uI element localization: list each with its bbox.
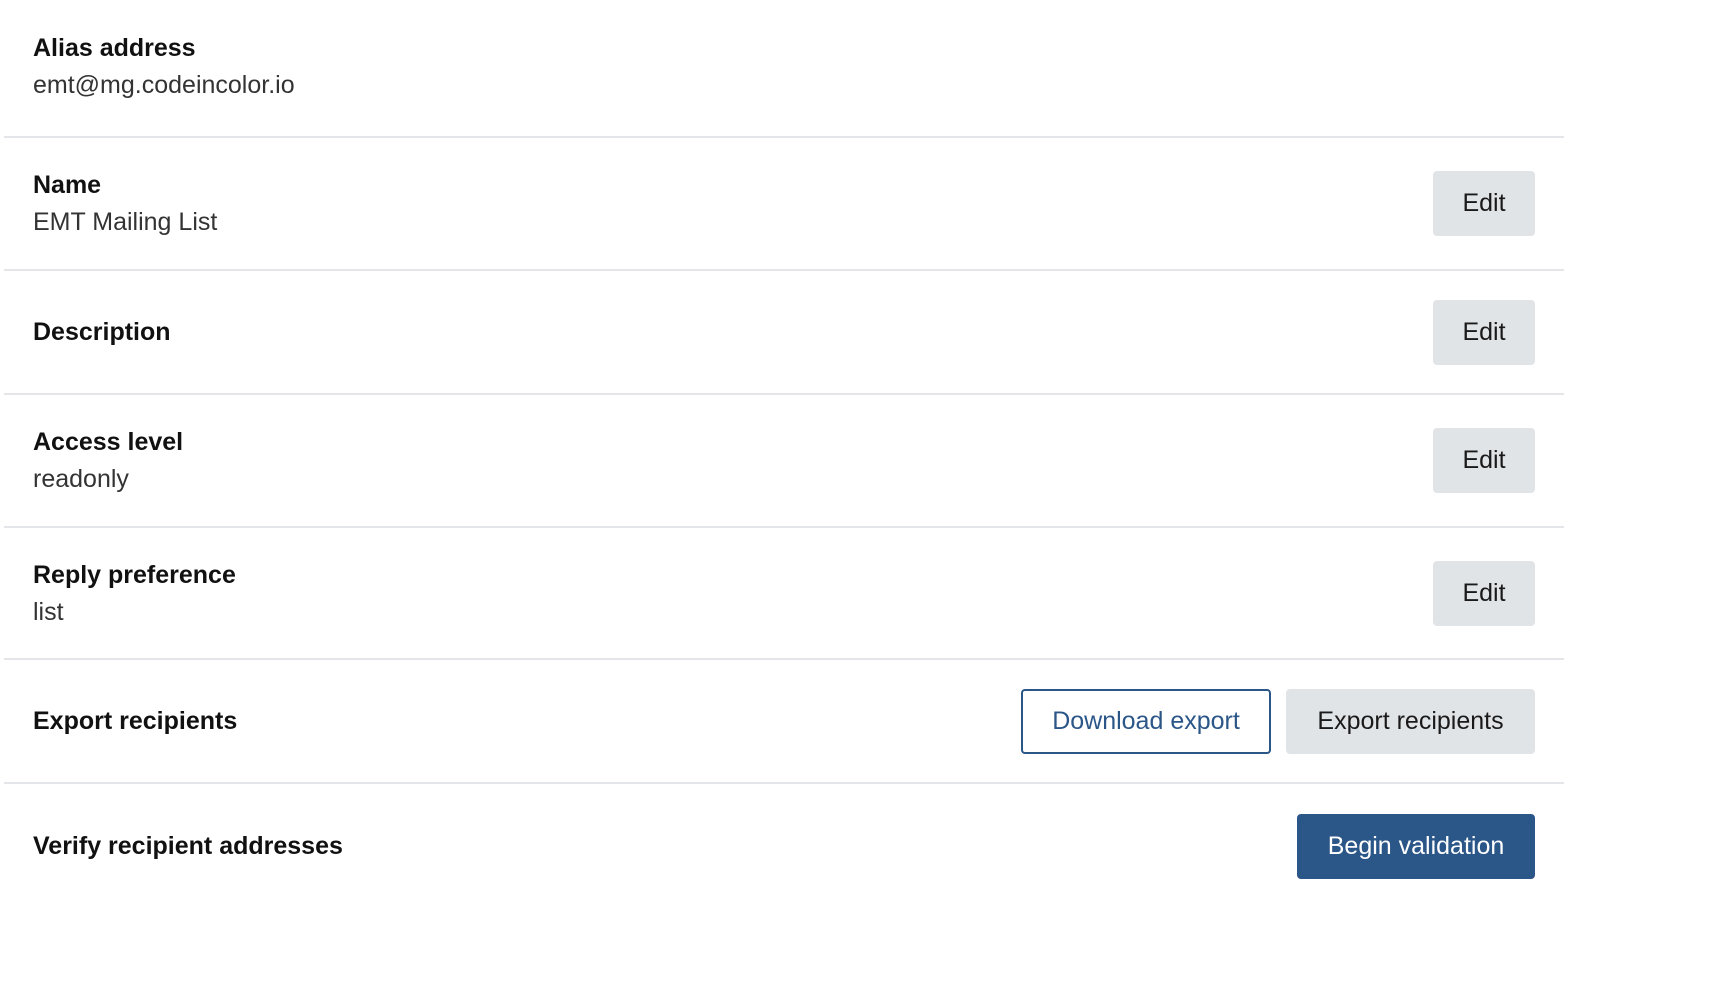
export-recipients-label: Export recipients <box>33 707 238 735</box>
verify-recipients-row: Verify recipient addresses Begin validat… <box>4 784 1564 908</box>
description-row: Description Edit <box>4 271 1564 395</box>
edit-name-button[interactable]: Edit <box>1433 171 1535 236</box>
verify-recipients-label: Verify recipient addresses <box>33 832 343 860</box>
description-block: Description <box>33 315 171 349</box>
export-recipients-row: Export recipients Download export Export… <box>4 660 1564 784</box>
mailing-list-settings-panel: Alias address emt@mg.codeincolor.io Name… <box>4 0 1564 908</box>
verify-actions: Begin validation <box>1297 813 1535 879</box>
description-label: Description <box>33 318 171 346</box>
reply-preference-actions: Edit <box>1433 560 1535 626</box>
reply-preference-label: Reply preference <box>33 560 236 589</box>
edit-reply-preference-button[interactable]: Edit <box>1433 560 1535 626</box>
begin-validation-button[interactable]: Begin validation <box>1297 813 1535 879</box>
name-actions: Edit <box>1433 171 1535 236</box>
alias-address-row: Alias address emt@mg.codeincolor.io <box>4 0 1564 138</box>
edit-access-level-button[interactable]: Edit <box>1433 428 1535 493</box>
export-recipients-button[interactable]: Export recipients <box>1286 688 1535 754</box>
name-block: Name EMT Mailing List <box>33 168 217 239</box>
description-actions: Edit <box>1433 299 1535 365</box>
edit-description-button[interactable]: Edit <box>1433 299 1535 365</box>
reply-preference-row: Reply preference list Edit <box>4 528 1564 660</box>
name-label: Name <box>33 171 102 199</box>
reply-preference-value: list <box>33 597 64 626</box>
access-level-row: Access level readonly Edit <box>4 395 1564 528</box>
download-export-button[interactable]: Download export <box>1021 688 1271 754</box>
alias-address-label: Alias address <box>33 33 196 62</box>
reply-preference-block: Reply preference list <box>33 558 236 629</box>
alias-address-value: emt@mg.codeincolor.io <box>33 70 295 99</box>
verify-recipients-block: Verify recipient addresses <box>33 829 343 863</box>
name-row: Name EMT Mailing List Edit <box>4 138 1564 271</box>
export-actions: Download export Export recipients <box>1021 688 1535 754</box>
name-value: EMT Mailing List <box>33 208 218 236</box>
access-level-actions: Edit <box>1433 428 1535 493</box>
access-level-label: Access level <box>33 428 184 456</box>
access-level-block: Access level readonly <box>33 425 183 496</box>
access-level-value: readonly <box>33 465 129 493</box>
export-recipients-block: Export recipients <box>33 704 237 738</box>
alias-address-block: Alias address emt@mg.codeincolor.io <box>33 31 295 106</box>
